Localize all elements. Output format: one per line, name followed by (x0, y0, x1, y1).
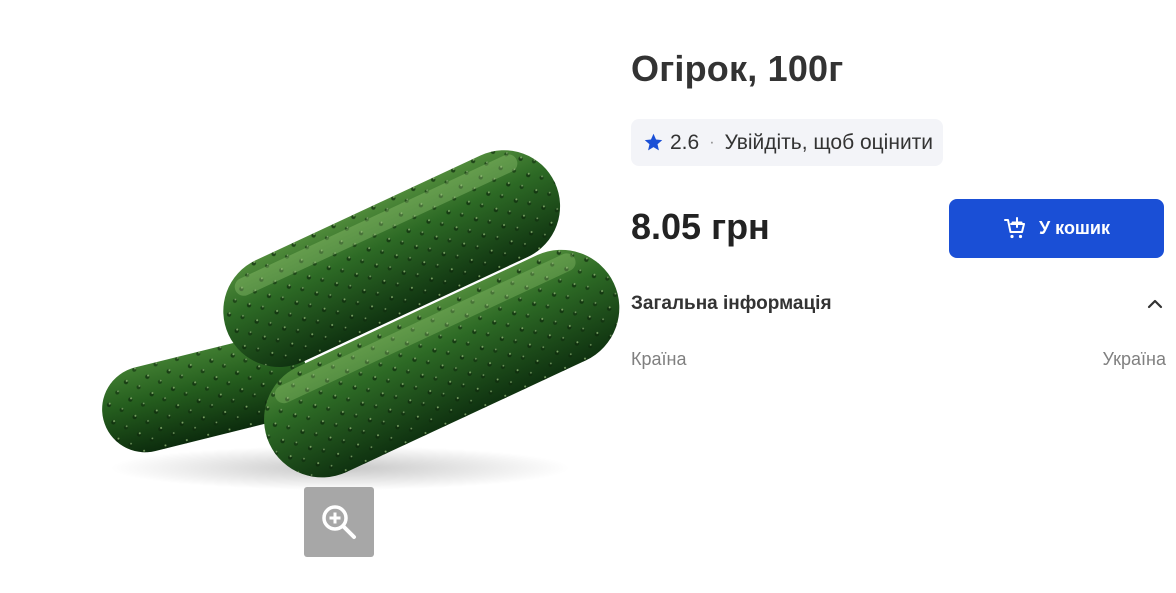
general-info-title: Загальна інформація (631, 293, 832, 314)
spec-value: Україна (1102, 348, 1166, 369)
login-to-rate-link[interactable]: Увійдіть, щоб оцінити (725, 131, 934, 155)
product-image[interactable] (60, 110, 620, 520)
zoom-button[interactable] (304, 487, 374, 557)
general-info-toggle[interactable]: Загальна інформація (631, 289, 1166, 319)
spec-row-country: Країна Україна (631, 347, 1166, 371)
product-info-panel: Огірок, 100г 2.6 · Увійдіть, щоб оцінити… (631, 0, 1166, 593)
rating-value: 2.6 (670, 130, 700, 154)
zoom-in-icon (322, 505, 356, 539)
add-to-cart-button[interactable]: У кошик (949, 199, 1164, 258)
product-image-area (60, 110, 620, 520)
cart-plus-icon (1003, 216, 1025, 238)
star-icon (644, 133, 663, 151)
rating-separator: · (709, 133, 715, 151)
spec-label: Країна (631, 348, 687, 369)
product-page: Огірок, 100г 2.6 · Увійдіть, щоб оцінити… (0, 0, 1176, 593)
product-title: Огірок, 100г (631, 48, 844, 89)
rating-box: 2.6 · Увійдіть, щоб оцінити (631, 119, 944, 166)
chevron-up-icon (1147, 299, 1163, 309)
product-price: 8.05 грн (631, 206, 770, 247)
add-to-cart-label: У кошик (1038, 218, 1111, 238)
